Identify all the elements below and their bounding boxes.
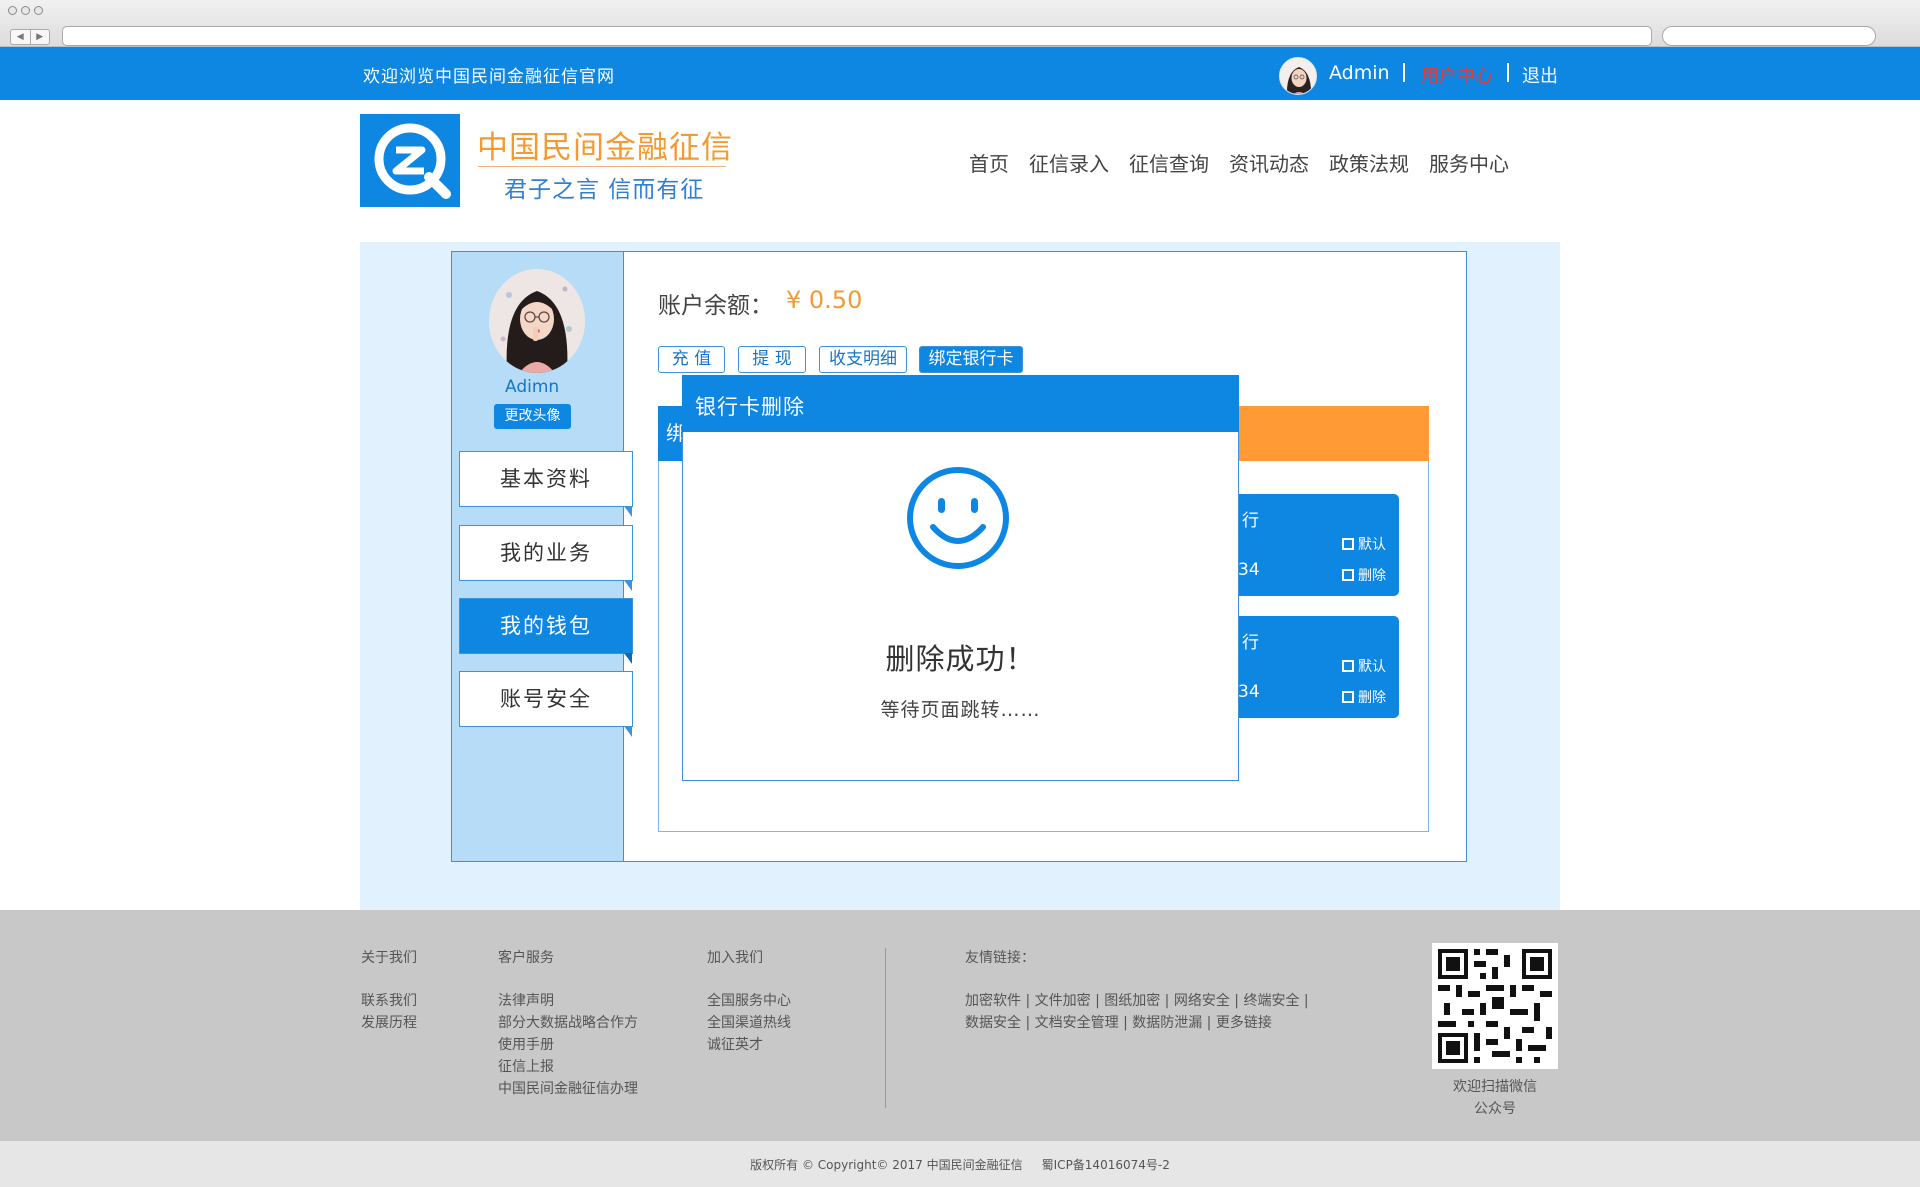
logo-slogan: 君子之言 信而有征 <box>504 177 705 203</box>
footer-links-line[interactable]: 加密软件 | 文件加密 | 图纸加密 | 网络安全 | 终端安全 | <box>965 990 1309 1012</box>
address-bar[interactable] <box>62 26 1652 46</box>
footer-link[interactable]: 全国渠道热线 <box>707 1012 791 1034</box>
copyright-text: 版权所有 © Copyright© 2017 中国民间金融征信 蜀ICP备140… <box>750 1158 1170 1172</box>
qr-caption: 欢迎扫描微信 公众号 <box>1453 1079 1537 1117</box>
welcome-text: 欢迎浏览中国民间金融征信官网 <box>363 67 615 87</box>
top-bar <box>0 47 1920 100</box>
main-nav: 首页 征信录入 征信查询 资讯动态 政策法规 服务中心 <box>969 148 1509 177</box>
tab-bind-card[interactable]: 绑定银行卡 <box>919 346 1023 373</box>
smiley-icon <box>907 467 1009 569</box>
bank-card[interactable]: 行 34 默认 删除 <box>1238 616 1399 718</box>
user-center-link[interactable]: 用户中心 <box>1421 62 1493 88</box>
sidebar-item-wallet[interactable]: 我的钱包 <box>459 598 633 664</box>
bank-name-fragment: 行 <box>1242 511 1259 531</box>
card-number-fragment: 34 <box>1238 682 1260 702</box>
balance-label: 账户余额： <box>658 293 773 319</box>
footer-link[interactable]: 使用手册 <box>498 1034 638 1056</box>
forward-arrow-icon[interactable]: ▶ <box>31 30 50 44</box>
logout-link[interactable]: 退出 <box>1522 62 1558 88</box>
sidebar-item-business[interactable]: 我的业务 <box>459 525 633 591</box>
sidebar-avatar[interactable] <box>489 269 585 373</box>
modal-title: 银行卡删除 <box>695 395 805 419</box>
nav-credit-query[interactable]: 征信查询 <box>1129 148 1209 177</box>
qr-code-icon <box>1432 943 1558 1069</box>
nav-news[interactable]: 资讯动态 <box>1229 148 1309 177</box>
tab-withdraw[interactable]: 提 现 <box>738 346 806 373</box>
nav-home[interactable]: 首页 <box>969 148 1009 177</box>
logo-icon <box>374 123 451 199</box>
checkbox-icon <box>1342 569 1354 581</box>
footer-service-heading[interactable]: 客户服务 <box>498 947 554 967</box>
default-checkbox[interactable]: 默认 <box>1342 534 1386 554</box>
window-zoom-icon[interactable] <box>34 6 43 15</box>
browser-nav-buttons[interactable]: ◀ ▶ <box>10 29 50 45</box>
modal-message: 删除成功！ <box>885 642 1036 676</box>
footer <box>0 910 1920 1141</box>
bank-card[interactable]: 行 34 默认 删除 <box>1238 494 1399 596</box>
window-minimize-icon[interactable] <box>21 6 30 15</box>
wechat-qr-code <box>1432 943 1558 1069</box>
footer-join-list: 全国服务中心 全国渠道热线 诚征英才 <box>707 990 791 1056</box>
footer-about-heading[interactable]: 关于我们 <box>361 947 417 967</box>
logo-mark[interactable] <box>360 114 460 207</box>
footer-service-list: 法律声明 部分大数据战略合作方 使用手册 征信上报 中国民间金融征信办理 <box>498 990 638 1100</box>
delete-checkbox[interactable]: 删除 <box>1342 565 1386 585</box>
footer-link[interactable]: 法律声明 <box>498 990 638 1012</box>
nav-service[interactable]: 服务中心 <box>1429 148 1509 177</box>
checkbox-icon <box>1342 660 1354 672</box>
sidebar-username: Adimn <box>505 377 560 397</box>
footer-link[interactable]: 征信上报 <box>498 1056 638 1078</box>
balance-value: ¥ 0.50 <box>786 286 863 314</box>
footer-link[interactable]: 联系我们 <box>361 990 417 1012</box>
nav-policy[interactable]: 政策法规 <box>1329 148 1409 177</box>
card-list-header-accent <box>1238 406 1429 461</box>
delete-checkbox[interactable]: 删除 <box>1342 687 1386 707</box>
sidebar-item-profile[interactable]: 基本资料 <box>459 451 633 517</box>
footer-link[interactable]: 中国民间金融征信办理 <box>498 1078 638 1100</box>
tab-recharge[interactable]: 充 值 <box>658 346 725 373</box>
browser-search-bar[interactable] <box>1662 26 1876 46</box>
top-avatar[interactable] <box>1279 57 1317 95</box>
window-close-icon[interactable] <box>8 6 17 15</box>
default-checkbox[interactable]: 默认 <box>1342 656 1386 676</box>
top-username[interactable]: Admin <box>1329 62 1390 84</box>
footer-divider <box>885 948 886 1108</box>
footer-link[interactable]: 发展历程 <box>361 1012 417 1034</box>
checkbox-icon <box>1342 691 1354 703</box>
card-number-fragment: 34 <box>1238 560 1260 580</box>
sidebar-item-security[interactable]: 账号安全 <box>459 671 633 737</box>
footer-join-heading[interactable]: 加入我们 <box>707 947 763 967</box>
footer-links-line[interactable]: 数据安全 | 文档安全管理 | 数据防泄漏 | 更多链接 <box>965 1012 1309 1034</box>
nav-credit-entry[interactable]: 征信录入 <box>1029 148 1109 177</box>
footer-links-heading: 友情链接： <box>965 950 1035 966</box>
footer-about-list: 联系我们 发展历程 <box>361 990 417 1034</box>
footer-link[interactable]: 部分大数据战略合作方 <box>498 1012 638 1034</box>
browser-chrome: ◀ ▶ <box>0 0 1920 47</box>
user-portrait-icon <box>489 269 585 373</box>
logo-divider <box>478 166 726 167</box>
divider <box>1507 63 1509 82</box>
change-avatar-button[interactable]: 更改头像 <box>494 404 571 429</box>
logo-title: 中国民间金融征信 <box>477 130 733 166</box>
tab-transactions[interactable]: 收支明细 <box>819 346 907 373</box>
footer-link[interactable]: 诚征英才 <box>707 1034 791 1056</box>
back-arrow-icon[interactable]: ◀ <box>11 30 31 44</box>
modal-subtext: 等待页面跳转…… <box>880 699 1041 721</box>
divider <box>1403 63 1405 82</box>
footer-friend-links: 加密软件 | 文件加密 | 图纸加密 | 网络安全 | 终端安全 | 数据安全 … <box>965 990 1309 1034</box>
bank-name-fragment: 行 <box>1242 633 1259 653</box>
checkbox-icon <box>1342 538 1354 550</box>
footer-link[interactable]: 全国服务中心 <box>707 990 791 1012</box>
